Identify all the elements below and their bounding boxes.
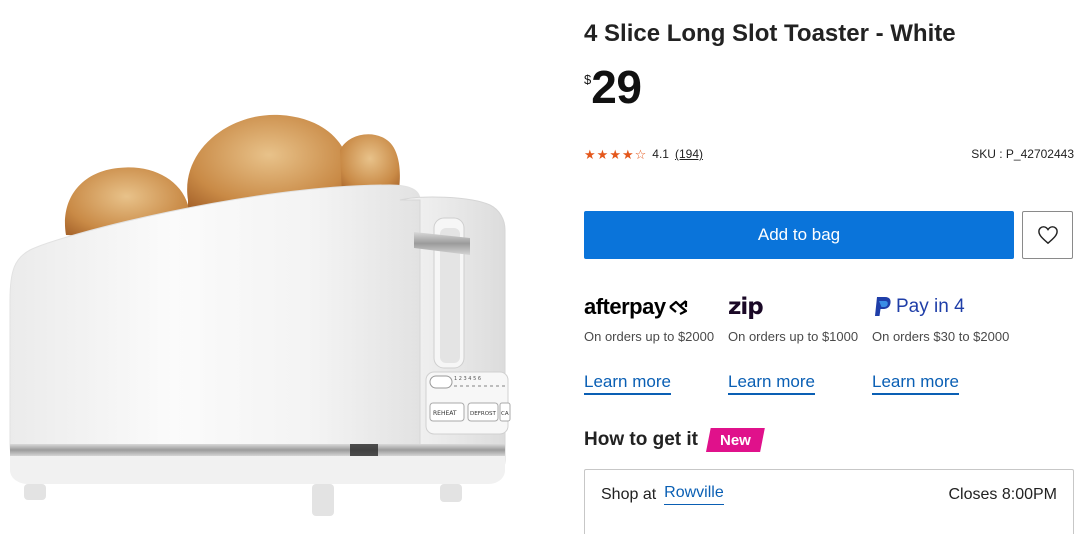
payment-option-zip: zip On orders up to $1000 Learn more [728,290,872,395]
wishlist-button[interactable] [1022,211,1073,259]
svg-text:1 2 3 4 5 6: 1 2 3 4 5 6 [454,376,481,382]
store-box: Shop at Rowville Closes 8:00PM [584,469,1074,534]
afterpay-logo: afterpay [584,290,728,324]
star-filled-icon: ★ [621,146,634,162]
toaster-illustration: 1 2 3 4 5 6 REHEAT DEFROST CA [9,114,511,516]
heart-icon [1037,226,1058,245]
paypal-logo: Pay in 4 [872,290,1016,324]
section-title: How to get it [584,429,698,450]
paypal-learn-more-link[interactable]: Learn more [872,372,959,395]
payment-option-paypal: Pay in 4 On orders $30 to $2000 Learn mo… [872,290,1016,395]
store-closing-time: Closes 8:00PM [948,485,1058,503]
zip-description: On orders up to $1000 [728,329,859,344]
sku: SKU : P_42702443 [971,147,1074,161]
zip-logo: zip [728,294,764,320]
zip-learn-more-link[interactable]: Learn more [728,372,815,395]
afterpay-learn-more-link[interactable]: Learn more [584,372,671,395]
add-to-bag-button[interactable]: Add to bag [584,211,1014,259]
afterpay-description: On orders up to $2000 [584,329,715,344]
new-badge: New [705,428,765,452]
star-empty-icon: ☆ [634,146,647,162]
star-filled-icon: ★ [609,146,621,162]
svg-text:DEFROST: DEFROST [470,411,497,417]
store-link[interactable]: Rowville [664,484,724,505]
rating-row: ★ ★ ★ ★ ☆ 4.1 (194) SKU : P_42702443 [584,147,1074,161]
afterpay-arrows-icon [668,300,687,315]
paypal-icon [875,297,891,316]
rating-value: 4.1 [652,147,669,161]
price-amount: 29 [591,61,642,113]
svg-text:CA: CA [501,411,509,417]
shop-at-label: Shop at [601,485,657,503]
star-filled-icon: ★ [584,146,596,162]
product-price: $ 29 [584,61,642,113]
payment-options: afterpay On orders up to $2000 Learn mor… [584,290,1074,395]
svg-text:REHEAT: REHEAT [433,410,457,417]
product-image: 1 2 3 4 5 6 REHEAT DEFROST CA [0,0,560,534]
currency-symbol: $ [584,72,592,87]
review-count-link[interactable]: (194) [675,147,703,161]
star-filled-icon: ★ [596,146,609,162]
how-to-get-it-header: How to get it New [584,428,765,452]
product-title: 4 Slice Long Slot Toaster - White [584,20,956,47]
star-rating: ★ ★ ★ ★ ☆ [584,148,646,161]
payment-option-afterpay: afterpay On orders up to $2000 Learn mor… [584,290,728,395]
paypal-description: On orders $30 to $2000 [872,329,1010,344]
store-row: Shop at Rowville Closes 8:00PM [601,484,1057,505]
